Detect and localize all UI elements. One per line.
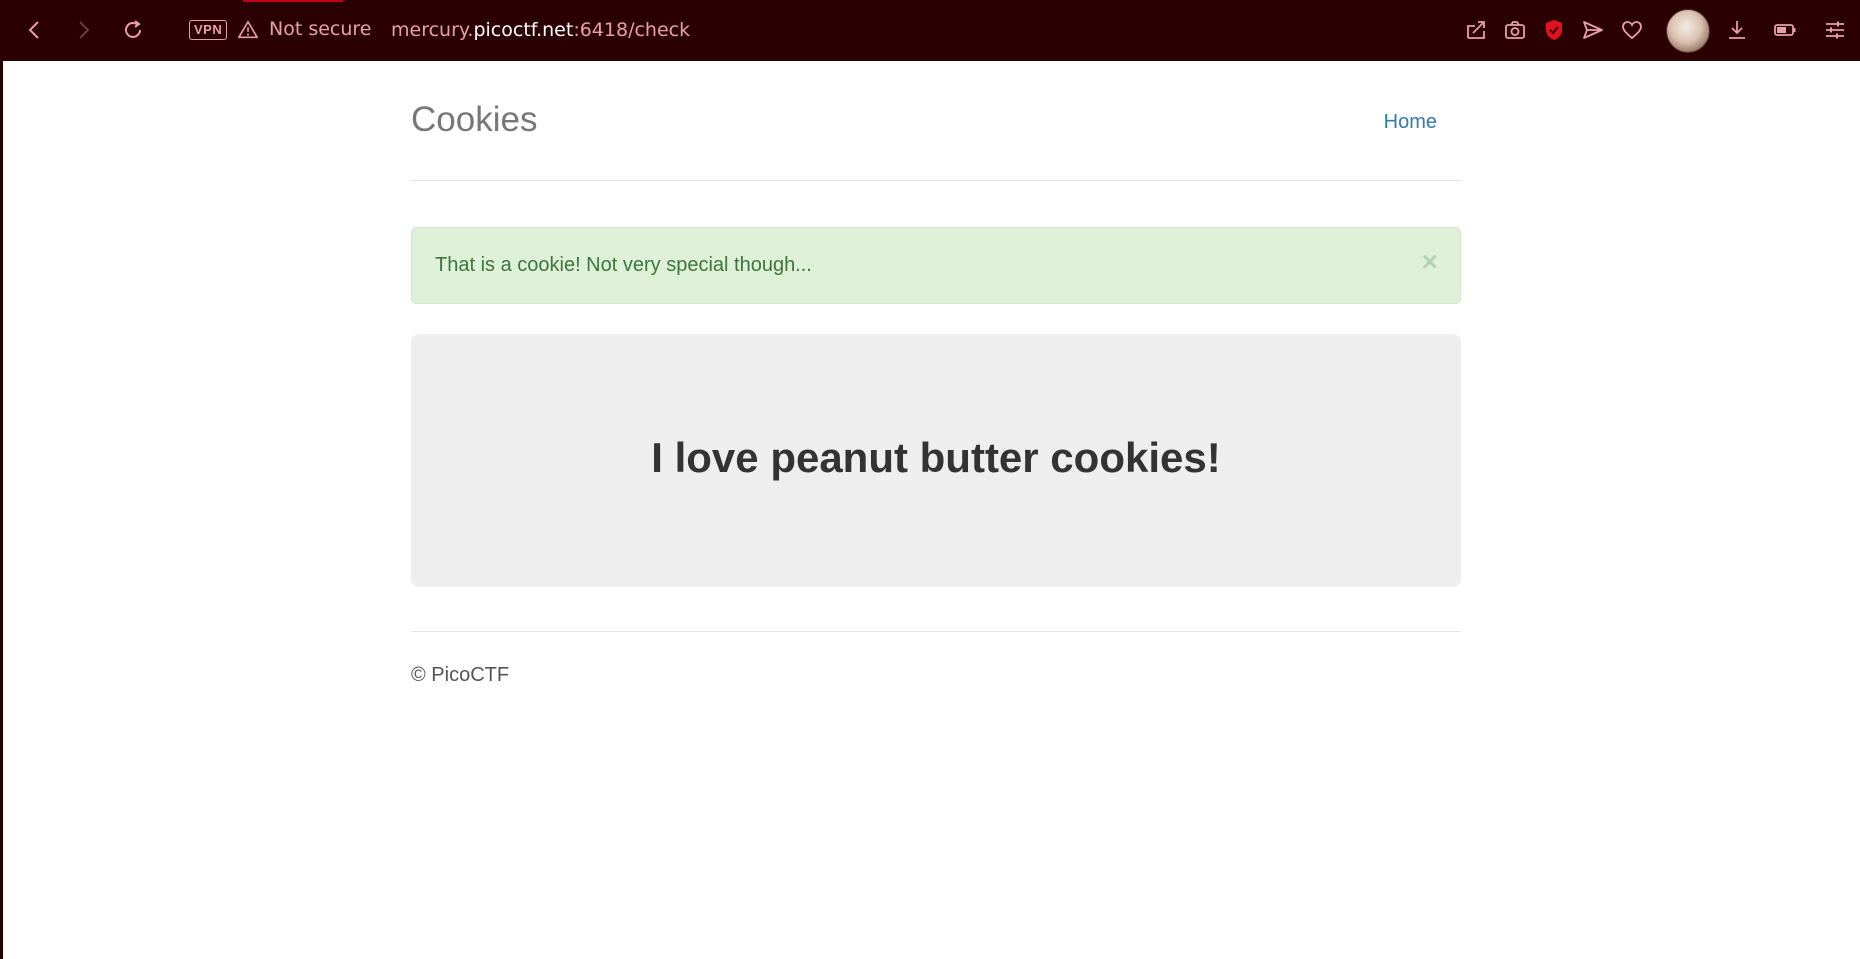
adblock-button[interactable] — [1538, 14, 1570, 46]
forward-icon — [79, 21, 90, 39]
send-icon — [1583, 21, 1603, 39]
reload-icon — [125, 20, 141, 38]
url-host: picoctf.net — [473, 19, 574, 41]
security-status[interactable]: Not secure — [269, 18, 372, 40]
close-icon[interactable]: × — [1422, 248, 1438, 276]
send-button[interactable] — [1577, 14, 1609, 46]
shield-icon — [1546, 20, 1562, 40]
battery-icon — [1774, 24, 1796, 36]
battery-saver-button[interactable] — [1769, 14, 1801, 46]
jumbotron-heading: I love peanut butter cookies! — [651, 434, 1221, 481]
heart-icon — [1622, 21, 1642, 40]
footer-text: © PicoCTF — [411, 664, 510, 686]
easy-setup-button[interactable] — [1819, 14, 1851, 46]
address-bar[interactable]: mercury.picoctf.net:6418/check — [391, 19, 690, 41]
footer-divider — [411, 631, 1461, 632]
loading-indicator — [243, 0, 343, 2]
avatar[interactable] — [1666, 9, 1710, 53]
settings-sliders-icon — [1826, 21, 1844, 39]
url-subdomain: mercury. — [391, 19, 474, 41]
snapshot-button[interactable] — [1499, 14, 1531, 46]
downloads-button[interactable] — [1721, 14, 1753, 46]
jumbotron: I love peanut butter cookies! — [411, 334, 1461, 587]
forward-button[interactable] — [67, 14, 99, 46]
header-divider — [411, 180, 1461, 181]
share-icon — [1467, 21, 1485, 39]
favorites-button[interactable] — [1616, 14, 1648, 46]
nav-home-link[interactable]: Home — [1384, 111, 1437, 134]
alert-message: That is a cookie! Not very special thoug… — [435, 254, 812, 276]
vpn-badge[interactable]: VPN — [189, 20, 228, 40]
download-icon — [1729, 21, 1745, 39]
url-path: :6418/check — [573, 19, 691, 41]
share-button[interactable] — [1460, 14, 1492, 46]
reload-button[interactable] — [117, 14, 149, 46]
back-button[interactable] — [19, 14, 51, 46]
back-icon — [28, 21, 39, 39]
camera-icon — [1505, 21, 1525, 39]
warning-icon[interactable] — [237, 19, 259, 41]
browser-toolbar: VPN Not secure mercury.picoctf.net:6418/… — [3, 0, 1860, 61]
site-title: Cookies — [411, 100, 538, 139]
success-alert: That is a cookie! Not very special thoug… — [411, 227, 1461, 304]
